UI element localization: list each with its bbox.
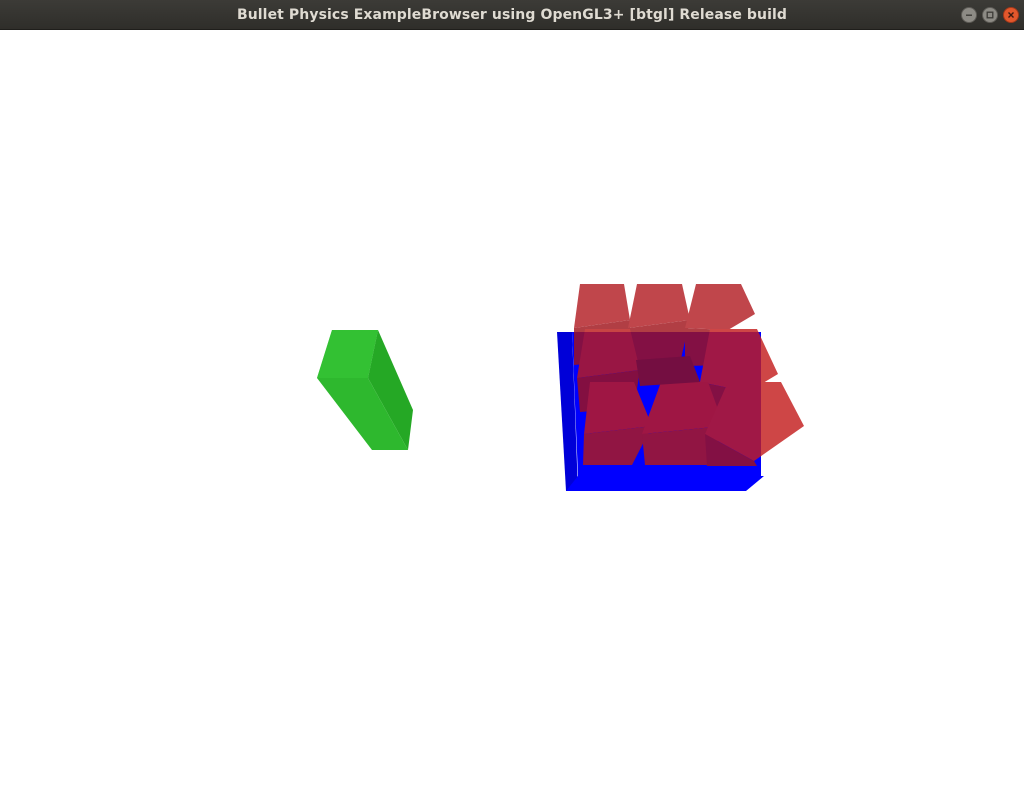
red-cube [628,284,690,365]
minimize-button[interactable] [961,7,977,23]
maximize-button[interactable] [982,7,998,23]
close-button[interactable] [1003,7,1019,23]
maximize-icon [986,11,994,19]
close-icon [1007,11,1015,19]
opengl-viewport[interactable] [0,30,1024,798]
title-bar[interactable]: Bullet Physics ExampleBrowser using Open… [0,0,1024,30]
red-cube-grid [574,284,804,466]
app-window: Bullet Physics ExampleBrowser using Open… [0,0,1024,798]
red-cube [636,356,700,386]
green-object [317,330,413,450]
minimize-icon [965,11,973,19]
window-title: Bullet Physics ExampleBrowser using Open… [236,7,788,23]
scene-canvas [317,284,804,491]
